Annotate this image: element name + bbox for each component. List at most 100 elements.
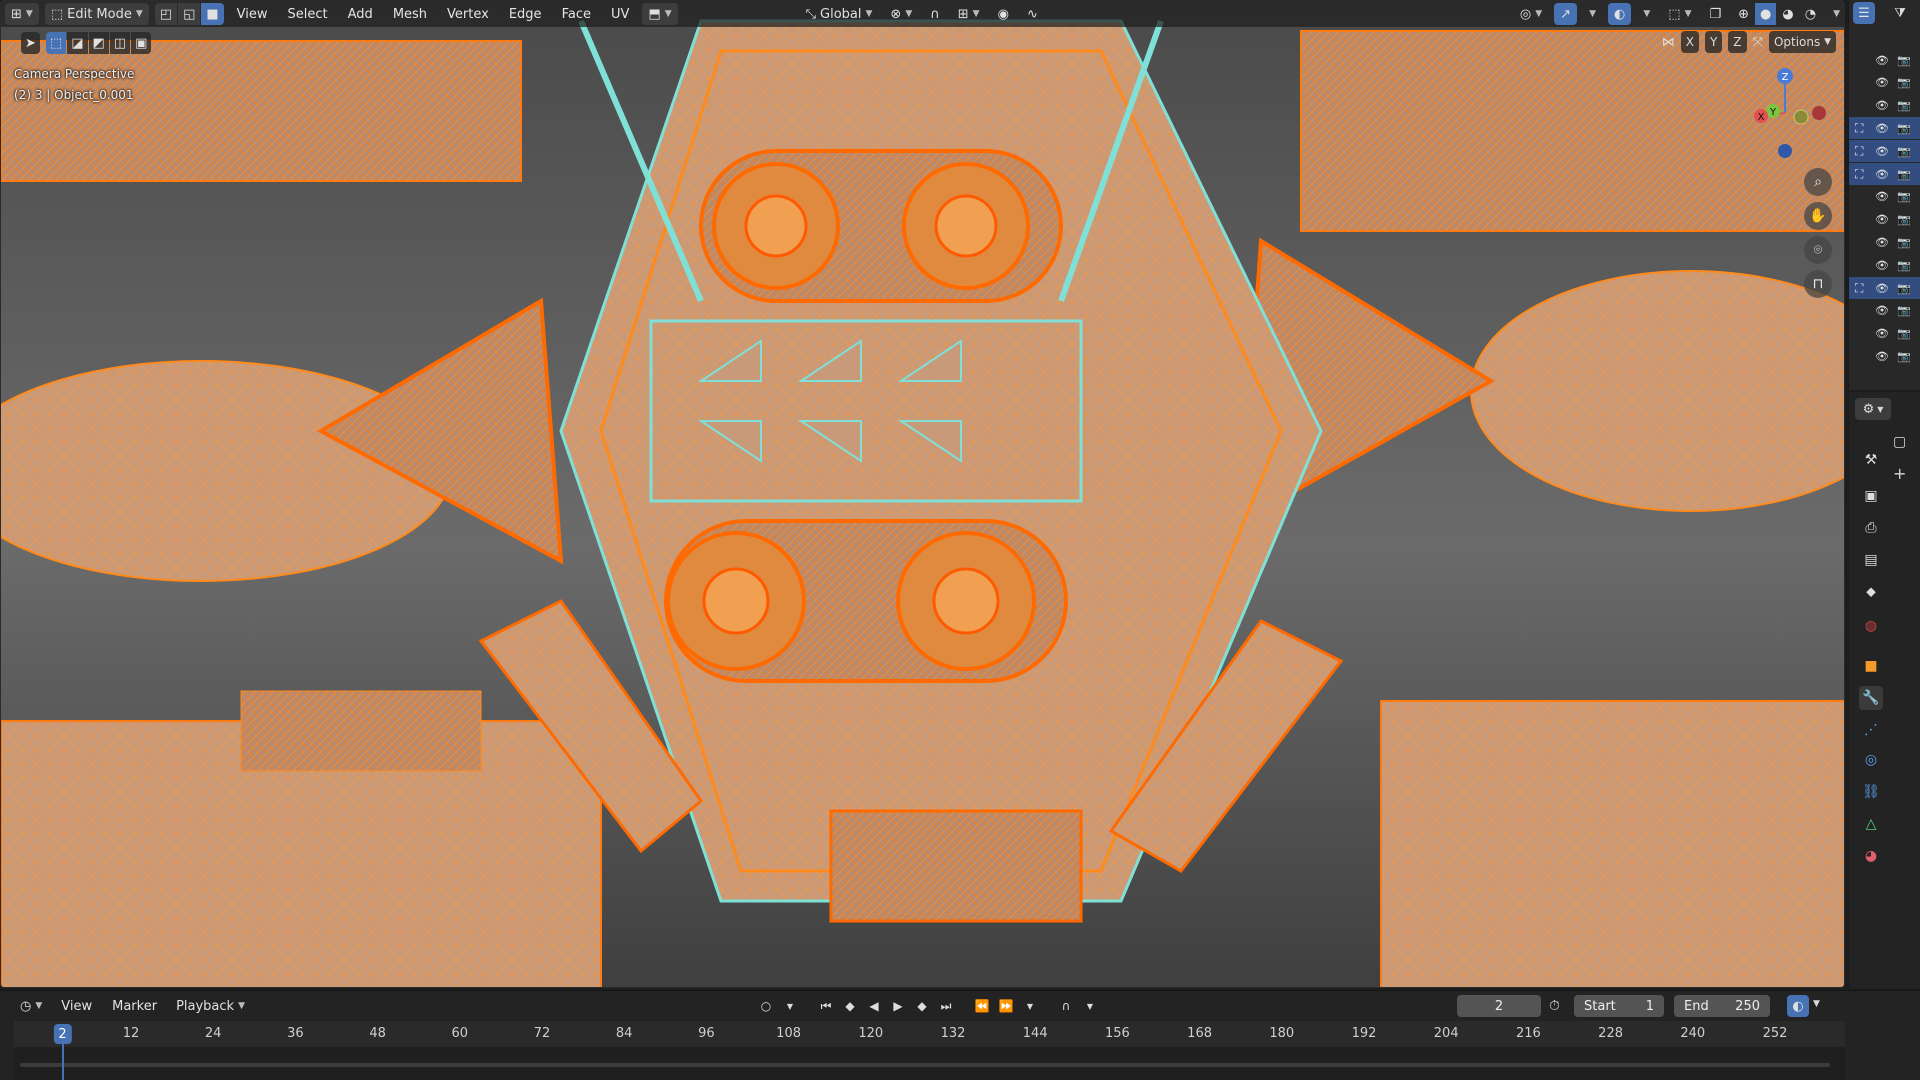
camera-icon[interactable]: 📷 — [1897, 168, 1911, 181]
eye-icon[interactable]: 👁 — [1875, 76, 1889, 89]
current-frame-field[interactable]: 2 — [1457, 995, 1541, 1017]
outliner-row[interactable]: 👁 📷 — [1849, 254, 1920, 276]
object-icon[interactable]: ■ — [1859, 654, 1883, 678]
proportional-edit-toggle[interactable]: ◉ — [992, 3, 1015, 25]
camera-icon[interactable]: 📷 — [1897, 350, 1911, 363]
scene-icon[interactable]: ⬥ — [1859, 580, 1883, 604]
camera-icon[interactable]: 📷 — [1897, 236, 1911, 249]
transform-orientation-selector[interactable]: ⤡ Global ▼ — [800, 3, 879, 25]
camera-icon[interactable]: 📷 — [1897, 190, 1911, 203]
next-frame-button[interactable]: ⏩ — [995, 995, 1017, 1017]
gizmo-neg-y-axis[interactable] — [1793, 109, 1809, 125]
overlay-dropdown[interactable]: ▼ — [1637, 3, 1656, 25]
eye-icon[interactable]: 👁 — [1875, 54, 1889, 67]
camera-view-button[interactable]: ⌾ — [1804, 236, 1832, 264]
outliner-editor-button[interactable]: ☰ — [1853, 2, 1875, 24]
snap-target-button[interactable]: ⊞ ▼ — [952, 3, 986, 25]
outliner-row[interactable]: 👁 📷 — [1849, 186, 1920, 208]
prev-keyframe-button[interactable]: ◆ — [839, 995, 861, 1017]
select-tool-button[interactable]: ➤ — [21, 32, 40, 54]
gizmo-toggle[interactable]: ↗ — [1554, 3, 1578, 25]
modifier-icon[interactable]: 🔧 — [1859, 686, 1883, 710]
eye-icon[interactable]: 👁 — [1875, 350, 1889, 363]
edit-mode-object-icon[interactable]: ⛶ — [1855, 144, 1863, 159]
new-property-button[interactable]: + — [1893, 464, 1906, 483]
next-keyframe-button[interactable]: ◆ — [911, 995, 933, 1017]
visibility-button[interactable]: ◎ ▼ — [1514, 3, 1548, 25]
data-icon[interactable]: △ — [1859, 812, 1883, 836]
output-icon[interactable]: ⎙ — [1859, 516, 1883, 540]
properties-editor-button[interactable]: ⚙ ▼ — [1855, 398, 1891, 420]
snap-toggle[interactable]: ∩ — [924, 3, 946, 25]
camera-icon[interactable]: 📷 — [1897, 76, 1911, 89]
outliner-row[interactable]: ⛶ 👁 📷 — [1849, 163, 1920, 185]
menu-edge[interactable]: Edge — [502, 3, 549, 25]
vertex-select-button[interactable]: ◰ — [154, 3, 178, 25]
select-extend-button[interactable]: ◪ — [67, 32, 88, 54]
menu-view[interactable]: View — [230, 3, 275, 25]
edit-mode-object-icon[interactable]: ⛶ — [1855, 281, 1863, 296]
end-frame-field[interactable]: End 250 — [1674, 995, 1770, 1017]
edit-mode-object-icon[interactable]: ⛶ — [1855, 167, 1863, 182]
camera-icon[interactable]: 📷 — [1897, 259, 1911, 272]
outliner-row[interactable]: 👁 📷 — [1849, 209, 1920, 231]
select-subtract-button[interactable]: ◩ — [88, 32, 109, 54]
outliner-row[interactable]: 👁 📷 — [1849, 72, 1920, 94]
playhead-frame-label[interactable]: 2 — [53, 1024, 72, 1044]
playback-sync-button[interactable]: ∩ — [1055, 995, 1077, 1017]
timeline-scrollbar[interactable] — [20, 1063, 1830, 1067]
pan-button[interactable]: ✋ — [1804, 202, 1832, 230]
outliner-row[interactable]: 👁 📷 — [1849, 323, 1920, 345]
menu-mesh[interactable]: Mesh — [386, 3, 434, 25]
eye-icon[interactable]: 👁 — [1875, 304, 1889, 317]
uv-sync-button[interactable]: ⬒ ▼ — [642, 3, 678, 25]
gizmo-neg-x-axis[interactable] — [1812, 106, 1826, 120]
playhead-line[interactable] — [61, 1043, 64, 1080]
outliner-row[interactable]: 👁 📷 — [1849, 300, 1920, 322]
prev-frame-button[interactable]: ⏪ — [971, 995, 993, 1017]
mesh-edit-overlay-button[interactable]: ⬚ ▼ — [1662, 3, 1697, 25]
view-layer-icon[interactable]: ▤ — [1859, 548, 1883, 572]
frame-dropdown[interactable]: ▼ — [1019, 995, 1041, 1017]
wireframe-shading-button[interactable]: ⊕ — [1733, 3, 1754, 25]
mesh-scene[interactable] — [1, 1, 1845, 988]
edit-mode-object-icon[interactable]: ⛶ — [1855, 121, 1863, 136]
timeline-view-dropdown[interactable]: ▼ — [1813, 999, 1820, 1009]
menu-vertex[interactable]: Vertex — [440, 3, 496, 25]
gizmo-dropdown[interactable]: ▼ — [1583, 3, 1602, 25]
jump-start-button[interactable]: ⏮ — [815, 995, 837, 1017]
camera-icon[interactable]: 📷 — [1897, 327, 1911, 340]
sync-dropdown[interactable]: ▼ — [1079, 995, 1101, 1017]
face-select-button[interactable]: ■ — [201, 3, 224, 25]
navigation-gizmo[interactable]: Z Y X — [1743, 63, 1839, 159]
outliner-row[interactable]: ⛶ 👁 📷 — [1849, 117, 1920, 140]
constraints-icon[interactable]: ⛓ — [1859, 780, 1883, 804]
timeline-editor-type-button[interactable]: ◷ ▼ — [14, 995, 48, 1017]
select-difference-button[interactable]: ◫ — [109, 32, 131, 54]
zoom-button[interactable]: ⌕ — [1804, 168, 1832, 196]
eye-icon[interactable]: 👁 — [1875, 327, 1889, 340]
eye-icon[interactable]: 👁 — [1875, 236, 1889, 249]
world-icon[interactable]: ◍ — [1859, 614, 1883, 638]
jump-end-button[interactable]: ⏭ — [935, 995, 957, 1017]
timeline-menu-view[interactable]: View — [54, 995, 99, 1017]
eye-icon[interactable]: 👁 — [1875, 122, 1889, 135]
properties-panel[interactable]: ⚙ ▼ ▢ + ⚒ ▣ ⎙ ▤ ⬥ ◍ ■ 🔧 ⋰ ◎ ⛓ △ ◕ — [1848, 392, 1920, 988]
outliner-panel[interactable]: ☰ ⧩ 👁 📷 👁 📷 👁 📷 ⛶ 👁 📷 ⛶ 👁 📷 ⛶ 👁 📷 👁 📷 👁 📷 👁 📷 👁 📷 ⛶ 👁 📷 👁 📷 👁 📷 👁 📷 — [1848, 0, 1920, 390]
editor-type-button[interactable]: ⊞ ▼ — [5, 3, 39, 25]
auto-keying-button[interactable]: ○ — [755, 995, 777, 1017]
keying-dropdown[interactable]: ▼ — [779, 995, 801, 1017]
outliner-row[interactable]: 👁 📷 — [1849, 95, 1920, 117]
xray-toggle[interactable]: ❐ — [1703, 3, 1727, 25]
outliner-row[interactable]: 👁 📷 — [1849, 49, 1920, 71]
3d-viewport[interactable]: ⊞ ▼ ⬚ Edit Mode ▼ ◰ ◱ ■ View Select Add M… — [0, 0, 1845, 988]
gizmo-neg-z-axis[interactable] — [1778, 144, 1792, 158]
camera-icon[interactable]: 📷 — [1897, 54, 1911, 67]
pin-button[interactable]: ▢ — [1893, 434, 1906, 450]
falloff-button[interactable]: ∿ — [1021, 3, 1044, 25]
start-frame-field[interactable]: Start 1 — [1574, 995, 1664, 1017]
eye-icon[interactable]: 👁 — [1875, 213, 1889, 226]
timeline-editor[interactable]: ◷ ▼ View Marker Playback ▼ ○ ▼ ⏮ ◆ ◀ ▶ ◆ ⏭… — [0, 990, 1920, 1080]
camera-icon[interactable]: 📷 — [1897, 99, 1911, 112]
outliner-row[interactable]: 👁 📷 — [1849, 231, 1920, 253]
